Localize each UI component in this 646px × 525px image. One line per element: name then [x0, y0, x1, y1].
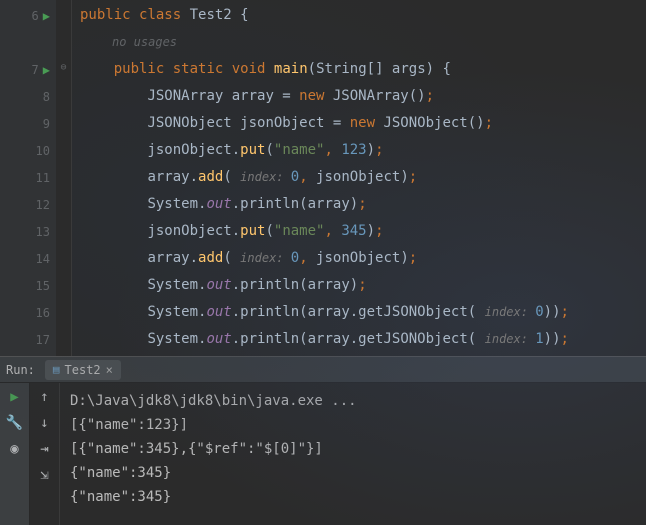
- gutter-row[interactable]: 13: [0, 218, 56, 245]
- gutter-row[interactable]: 15: [0, 272, 56, 299]
- gutter-row[interactable]: 14: [0, 245, 56, 272]
- console-line: [{"name":123}]: [70, 413, 636, 437]
- run-header: Run: ▤ Test2 ×: [0, 357, 646, 383]
- run-config-tab[interactable]: ▤ Test2 ×: [45, 360, 121, 380]
- close-icon[interactable]: ×: [106, 363, 113, 377]
- fold-marker: [56, 0, 71, 27]
- code-line[interactable]: public static void main(String[] args) {: [80, 56, 646, 83]
- code-area[interactable]: public class Test2 {no usages public sta…: [72, 0, 646, 356]
- fold-marker: [56, 243, 71, 270]
- run-tab-name: Test2: [65, 363, 101, 377]
- gutter-row[interactable]: 8: [0, 83, 56, 110]
- code-line[interactable]: JSONObject jsonObject = new JSONObject()…: [80, 110, 646, 137]
- fold-marker: [56, 108, 71, 135]
- gutter-row[interactable]: 17: [0, 326, 56, 353]
- fold-marker: [56, 297, 71, 324]
- console-line: D:\Java\jdk8\jdk8\bin\java.exe ...: [70, 389, 636, 413]
- run-gutter-icon[interactable]: ▶: [43, 9, 50, 23]
- code-line[interactable]: System.out.println(array);: [80, 272, 646, 299]
- console-output[interactable]: D:\Java\jdk8\jdk8\bin\java.exe ...[{"nam…: [60, 383, 646, 525]
- line-number: 16: [32, 306, 50, 320]
- scroll-end-icon[interactable]: ⇲: [40, 467, 48, 483]
- gutter-row[interactable]: 7▶: [0, 56, 56, 83]
- gutter-row[interactable]: 9: [0, 110, 56, 137]
- line-number: 10: [32, 144, 50, 158]
- fold-marker: [56, 135, 71, 162]
- line-number: 12: [32, 198, 50, 212]
- line-number: 6: [21, 9, 39, 23]
- code-line[interactable]: jsonObject.put("name", 123);: [80, 137, 646, 164]
- gutter-row[interactable]: 16: [0, 299, 56, 326]
- line-number: 15: [32, 279, 50, 293]
- code-line[interactable]: System.out.println(array.getJSONObject( …: [80, 326, 646, 353]
- line-number: 13: [32, 225, 50, 239]
- fold-marker: [56, 81, 71, 108]
- fold-column[interactable]: ⊖: [56, 0, 72, 356]
- fold-marker: [56, 162, 71, 189]
- code-line[interactable]: array.add( index: 0, jsonObject);: [80, 164, 646, 191]
- run-label: Run:: [6, 363, 35, 377]
- gutter-row[interactable]: 10: [0, 137, 56, 164]
- gutter-row[interactable]: 12: [0, 191, 56, 218]
- line-number: 8: [32, 90, 50, 104]
- code-editor[interactable]: 6▶7▶891011121314151617 ⊖ public class Te…: [0, 0, 646, 356]
- code-line[interactable]: System.out.println(array.getJSONObject( …: [80, 299, 646, 326]
- code-line[interactable]: public class Test2 {: [80, 2, 646, 29]
- down-stack-icon[interactable]: ↓: [40, 415, 48, 431]
- line-number: 17: [32, 333, 50, 347]
- fold-marker: [56, 270, 71, 297]
- code-line[interactable]: JSONArray array = new JSONArray();: [80, 83, 646, 110]
- console-line: {"name":345}: [70, 461, 636, 485]
- code-line[interactable]: jsonObject.put("name", 345);: [80, 218, 646, 245]
- fold-marker[interactable]: ⊖: [56, 54, 71, 81]
- line-number: 9: [32, 117, 50, 131]
- line-number: 7: [21, 63, 39, 77]
- gutter-row[interactable]: 6▶: [0, 2, 56, 29]
- soft-wrap-icon[interactable]: ⇥: [40, 441, 48, 457]
- exec-toolbar: ↑ ↓ ⇥ ⇲: [30, 383, 60, 525]
- gutter-row[interactable]: 11: [0, 164, 56, 191]
- wrench-icon[interactable]: 🔧: [6, 415, 23, 431]
- line-number-gutter[interactable]: 6▶7▶891011121314151617: [0, 0, 56, 356]
- fold-marker: [56, 216, 71, 243]
- line-number: 14: [32, 252, 50, 266]
- console-line: {"name":345}: [70, 485, 636, 509]
- code-line[interactable]: System.out.println(array);: [80, 191, 646, 218]
- fold-marker: [56, 189, 71, 216]
- fold-marker: [56, 324, 71, 351]
- run-tool-window: Run: ▤ Test2 × ▶ 🔧 ◉ ↑ ↓ ⇥ ⇲ D:\Java\jdk…: [0, 356, 646, 525]
- camera-icon[interactable]: ◉: [10, 441, 18, 457]
- code-line[interactable]: array.add( index: 0, jsonObject);: [80, 245, 646, 272]
- console-line: [{"name":345},{"$ref":"$[0]"}]: [70, 437, 636, 461]
- line-number: 11: [32, 171, 50, 185]
- run-toolbar: ▶ 🔧 ◉: [0, 383, 30, 525]
- run-gutter-icon[interactable]: ▶: [43, 63, 50, 77]
- app-icon: ▤: [53, 363, 60, 376]
- up-stack-icon[interactable]: ↑: [40, 389, 48, 405]
- rerun-icon[interactable]: ▶: [10, 389, 18, 405]
- inlay-usages-hint[interactable]: no usages: [80, 29, 646, 56]
